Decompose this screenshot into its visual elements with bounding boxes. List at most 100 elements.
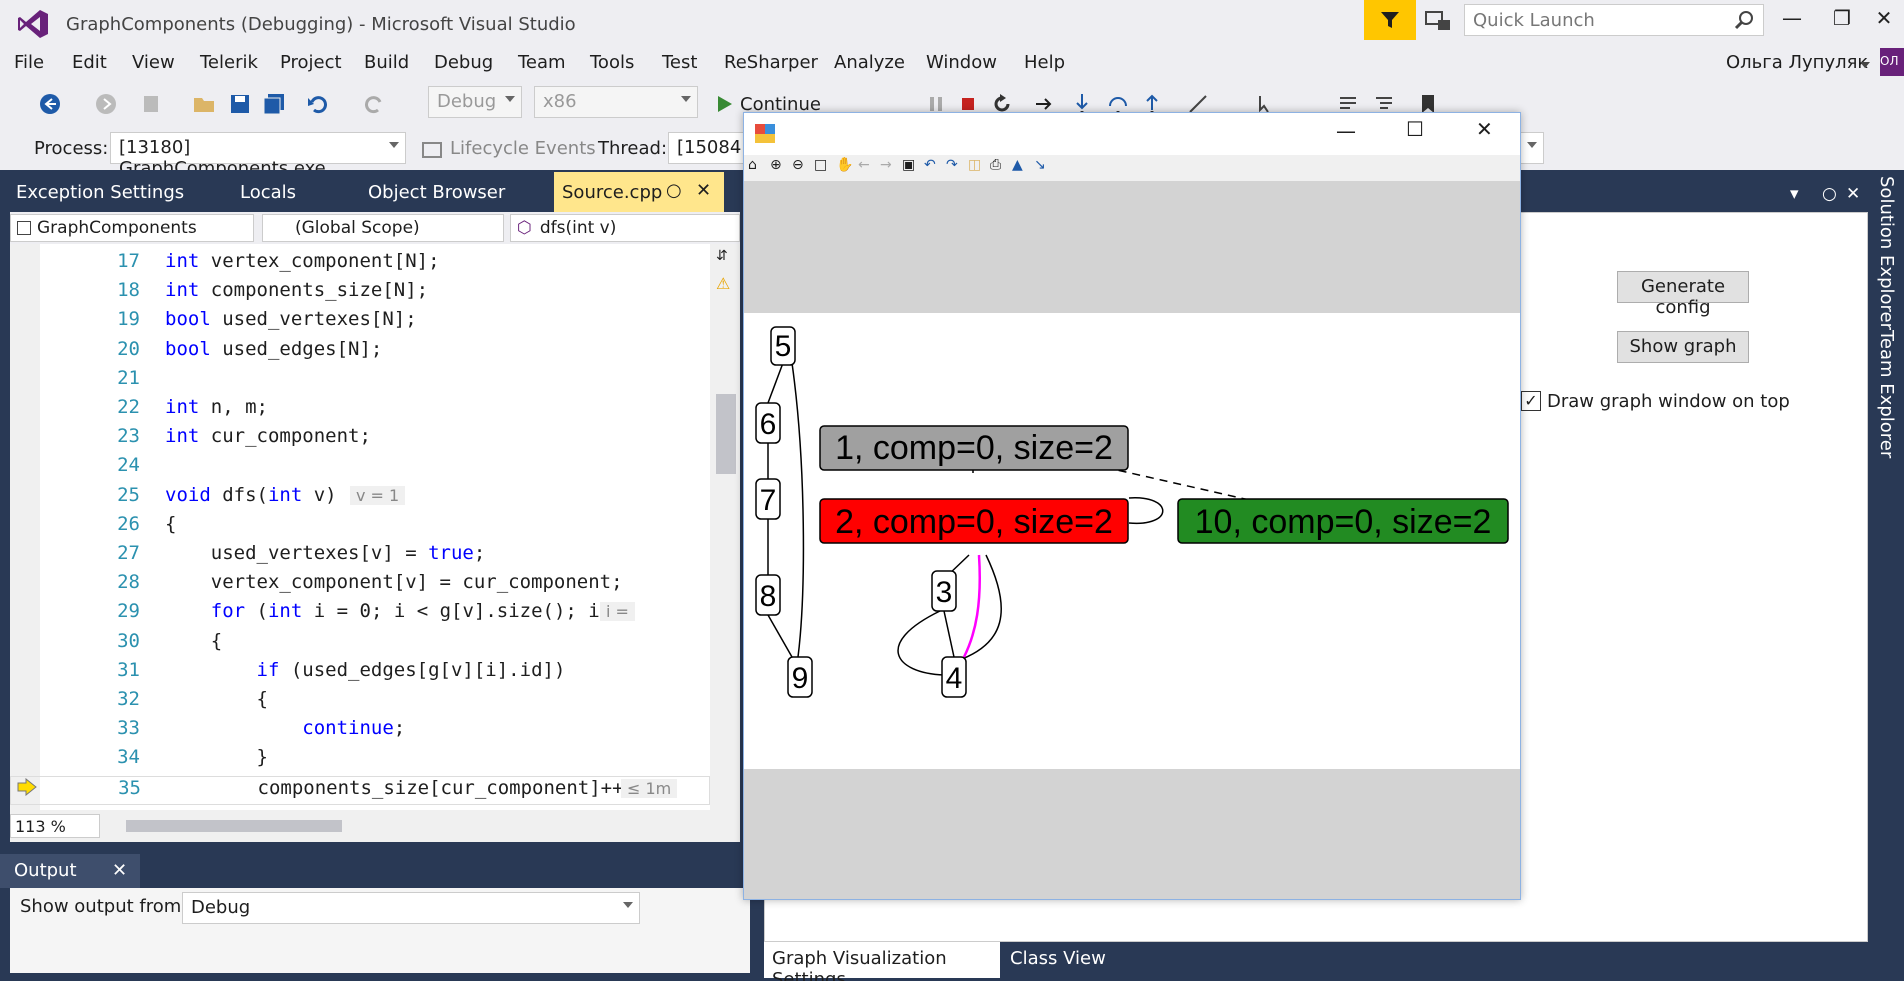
debug-datatip[interactable]: v = 1 xyxy=(350,485,406,505)
output-source-dropdown[interactable]: Debug xyxy=(182,892,640,924)
menu-build[interactable]: Build xyxy=(364,52,409,73)
undo-icon[interactable] xyxy=(306,92,330,116)
code-line[interactable]: 29 for (int i = 0; i < g[v].size(); i++)… xyxy=(10,600,710,629)
feedback-icon[interactable] xyxy=(1424,8,1454,34)
save-icon[interactable]: ▣ xyxy=(902,157,915,173)
open-icon[interactable]: ◫ xyxy=(968,157,981,173)
chevron-down-icon[interactable]: ▾ xyxy=(1790,184,1799,204)
graph-svg[interactable]: 5 6 7 8 9 3 4 1, comp=0, size=2 2, comp=… xyxy=(744,313,1520,769)
close-icon[interactable]: ✕ xyxy=(696,180,711,201)
horizontal-scrollbar-thumb[interactable] xyxy=(126,820,342,832)
scope-dropdown[interactable]: (Global Scope) xyxy=(262,214,504,242)
tab-source-cpp[interactable]: Source.cpp ○ ✕ xyxy=(554,172,724,212)
code-line[interactable]: 34 } xyxy=(10,746,710,775)
code-line[interactable]: 35 components_size[cur_component]++; ≤ 1m xyxy=(10,775,710,805)
code-line[interactable]: 27 used_vertexes[v] = true; xyxy=(10,542,710,571)
restore-button[interactable]: ❐ xyxy=(1824,6,1860,34)
close-icon[interactable]: ✕ xyxy=(112,860,127,881)
pin-icon[interactable]: ○ xyxy=(1822,184,1837,204)
zoom-out-icon[interactable]: ⊖ xyxy=(792,157,804,173)
menu-telerik[interactable]: Telerik xyxy=(200,52,258,73)
code-line[interactable]: 22 int n, m; xyxy=(10,396,710,425)
code-line[interactable]: 18 int components_size[N]; xyxy=(10,279,710,308)
node-3[interactable]: 3 xyxy=(931,570,957,612)
zoom-rect-icon[interactable]: □ xyxy=(814,157,827,173)
zoom-dropdown[interactable]: 113 % xyxy=(10,814,100,838)
maximize-button[interactable]: ☐ xyxy=(1406,117,1424,141)
tab-graph-visualization-settings[interactable]: Graph Visualization Settings xyxy=(764,942,1000,981)
node-10-component[interactable]: 10, comp=0, size=2 xyxy=(1177,498,1509,544)
quick-launch-input[interactable]: Quick Launch xyxy=(1464,4,1764,36)
lifecycle-events-button[interactable]: Lifecycle Events xyxy=(450,138,596,159)
menu-help[interactable]: Help xyxy=(1024,52,1065,73)
undo-icon[interactable]: ↶ xyxy=(924,157,936,173)
code-line[interactable]: 17 int vertex_component[N]; xyxy=(10,250,710,279)
debug-datatip[interactable]: ≤ 1m xyxy=(621,778,678,798)
forward-icon[interactable] xyxy=(94,92,118,116)
code-line[interactable]: 19 bool used_vertexes[N]; xyxy=(10,308,710,337)
print-icon[interactable]: ⎙ xyxy=(990,157,1001,173)
tab-exception-settings[interactable]: Exception Settings xyxy=(16,182,184,203)
code-line[interactable]: 26 { xyxy=(10,513,710,542)
code-editor[interactable]: 17 int vertex_component[N]; 18 int componen… xyxy=(10,244,710,810)
node-1-component[interactable]: 1, comp=0, size=2 xyxy=(819,425,1129,471)
solution-config-dropdown[interactable]: Debug xyxy=(428,86,522,118)
continue-icon[interactable] xyxy=(712,92,736,116)
back-icon[interactable] xyxy=(38,92,62,116)
code-line[interactable]: 30 { xyxy=(10,630,710,659)
lifecycle-events-icon[interactable] xyxy=(420,138,444,162)
edge-icon[interactable]: ↘ xyxy=(1034,157,1046,173)
back-icon[interactable]: ← xyxy=(858,157,870,173)
user-name[interactable]: Ольга Лупуляк xyxy=(1726,52,1868,73)
save-all-icon[interactable] xyxy=(262,92,286,116)
redo-icon[interactable] xyxy=(362,92,386,116)
tab-class-view[interactable]: Class View xyxy=(1010,948,1106,969)
minimize-button[interactable]: — xyxy=(1336,119,1356,143)
thread-dropdown[interactable]: [15084] xyxy=(668,132,754,164)
tab-team-explorer[interactable]: Team Explorer xyxy=(1876,330,1897,458)
tab-output[interactable]: Output ✕ xyxy=(0,854,140,888)
node-5[interactable]: 5 xyxy=(770,326,796,366)
menu-edit[interactable]: Edit xyxy=(72,52,107,73)
menu-team[interactable]: Team xyxy=(518,52,566,73)
platform-dropdown[interactable]: x86 xyxy=(534,86,698,118)
close-button[interactable]: ✕ xyxy=(1476,117,1493,141)
new-project-icon[interactable] xyxy=(140,92,164,116)
code-line[interactable]: 32 { xyxy=(10,688,710,717)
node-9[interactable]: 9 xyxy=(787,656,813,698)
node-7[interactable]: 7 xyxy=(755,478,781,520)
scrollbar-thumb[interactable] xyxy=(716,394,736,474)
graph-canvas[interactable]: 5 6 7 8 9 3 4 1, comp=0, size=2 2, comp=… xyxy=(744,313,1520,769)
draw-on-top-checkbox[interactable]: ✓ xyxy=(1521,391,1541,411)
node-2-component[interactable]: 2, comp=0, size=2 xyxy=(819,498,1129,544)
menu-test[interactable]: Test xyxy=(662,52,697,73)
menu-view[interactable]: View xyxy=(132,52,175,73)
menu-window[interactable]: Window xyxy=(926,52,997,73)
avatar[interactable]: ОЛ xyxy=(1880,48,1904,76)
menu-project[interactable]: Project xyxy=(280,52,342,73)
close-icon[interactable]: ✕ xyxy=(1846,184,1860,204)
project-dropdown[interactable]: GraphComponents xyxy=(10,214,254,242)
layout-icon[interactable]: ▲ xyxy=(1012,157,1023,173)
notification-filter-icon[interactable] xyxy=(1364,0,1416,40)
tab-locals[interactable]: Locals xyxy=(240,182,296,203)
code-line[interactable]: 23 int cur_component; xyxy=(10,425,710,454)
code-line[interactable]: 21 xyxy=(10,367,710,396)
menu-tools[interactable]: Tools xyxy=(590,52,634,73)
tab-object-browser[interactable]: Object Browser xyxy=(368,182,505,203)
forward-icon[interactable]: → xyxy=(880,157,892,173)
show-graph-button[interactable]: Show graph xyxy=(1617,331,1749,363)
generate-config-button[interactable]: Generate config xyxy=(1617,271,1749,318)
redo-icon[interactable]: ↷ xyxy=(946,157,958,173)
minimize-button[interactable]: — xyxy=(1774,6,1810,34)
node-8[interactable]: 8 xyxy=(755,574,781,616)
pan-icon[interactable]: ✋ xyxy=(836,157,853,173)
code-line[interactable]: 33 continue; xyxy=(10,717,710,746)
menu-debug[interactable]: Debug xyxy=(434,52,493,73)
chevron-down-icon[interactable] xyxy=(1860,62,1870,68)
debug-datatip[interactable]: i = xyxy=(600,602,635,622)
process-dropdown[interactable]: [13180] GraphComponents.exe xyxy=(110,132,406,179)
node-6[interactable]: 6 xyxy=(755,402,781,444)
menu-resharper[interactable]: ReSharper xyxy=(724,52,818,73)
menu-analyze[interactable]: Analyze xyxy=(834,52,905,73)
